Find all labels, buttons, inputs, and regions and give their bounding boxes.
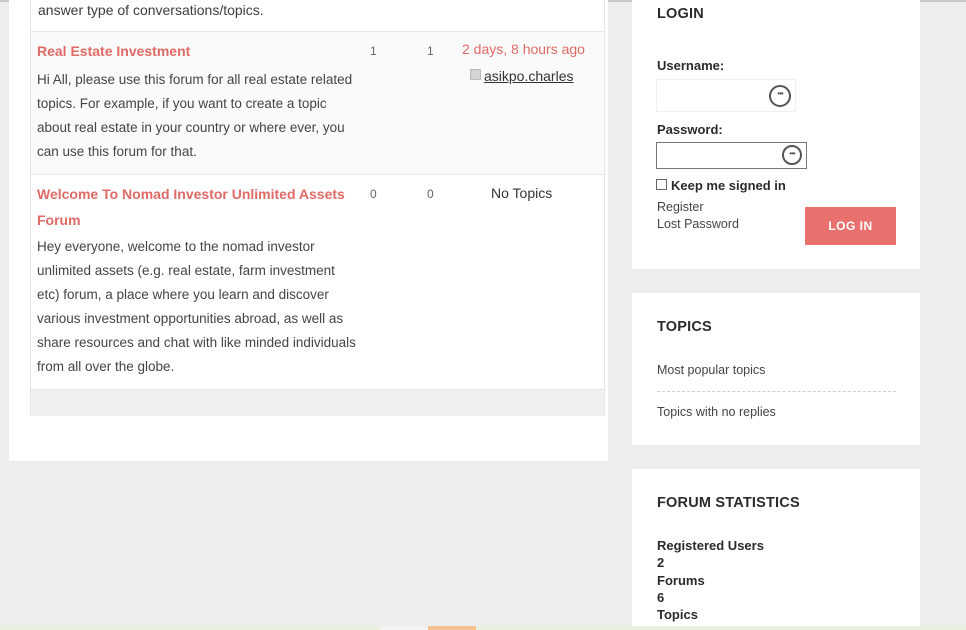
last-poster: asikpo.charles bbox=[470, 68, 574, 84]
register-link[interactable]: Register bbox=[657, 200, 704, 214]
forum-row: Real Estate Investment Hi All, please us… bbox=[31, 31, 604, 175]
divider bbox=[657, 391, 896, 392]
login-widget: LOGIN Username: Password: Keep me signed… bbox=[632, 0, 920, 269]
stat-label: Registered Users bbox=[657, 538, 764, 553]
username-label: Username: bbox=[657, 58, 725, 73]
avatar-placeholder-icon bbox=[470, 69, 481, 80]
remember-me[interactable]: Keep me signed in bbox=[656, 178, 786, 193]
forum-description: Hi All, please use this forum for all re… bbox=[37, 72, 353, 159]
freshness-link[interactable]: 2 days, 8 hours ago bbox=[462, 41, 585, 57]
topic-count: 1 bbox=[370, 44, 377, 58]
password-manager-icon[interactable] bbox=[782, 145, 802, 165]
forum-row: Welcome To Nomad Investor Unlimited Asse… bbox=[31, 174, 604, 390]
forum-intro-text: answer type of conversations/topics. bbox=[38, 2, 264, 18]
password-label: Password: bbox=[657, 122, 723, 137]
topics-title: TOPICS bbox=[657, 319, 712, 335]
topics-widget: TOPICS Most popular topics Topics with n… bbox=[632, 293, 920, 445]
lost-password-link[interactable]: Lost Password bbox=[657, 217, 739, 231]
forum-title-link[interactable]: Welcome To Nomad Investor Unlimited Asse… bbox=[37, 181, 357, 233]
stat-value: 6 bbox=[657, 590, 665, 605]
checkbox-icon[interactable] bbox=[656, 179, 667, 190]
forum-title-link[interactable]: Real Estate Investment bbox=[37, 38, 190, 64]
stat-label: Forums bbox=[657, 573, 705, 588]
remember-me-label: Keep me signed in bbox=[671, 178, 786, 193]
bottom-strip-segment bbox=[380, 626, 428, 630]
login-title: LOGIN bbox=[657, 6, 704, 22]
freshness-text: No Topics bbox=[491, 185, 553, 201]
stat-value: 2 bbox=[657, 555, 665, 570]
username-input[interactable] bbox=[656, 79, 796, 112]
most-popular-topics-link[interactable]: Most popular topics bbox=[657, 363, 765, 377]
no-replies-topics-link[interactable]: Topics with no replies bbox=[657, 405, 776, 419]
login-button[interactable]: LOG IN bbox=[805, 207, 896, 245]
forum-description: Hey everyone, welcome to the nomad inves… bbox=[37, 239, 356, 374]
bottom-strip bbox=[0, 626, 966, 630]
post-count: 1 bbox=[427, 44, 434, 58]
password-manager-icon[interactable] bbox=[769, 85, 791, 107]
forum-main-panel: answer type of conversations/topics. Rea… bbox=[9, 0, 608, 461]
forum-statistics-title: FORUM STATISTICS bbox=[657, 495, 800, 511]
post-count: 0 bbox=[427, 187, 434, 201]
topic-count: 0 bbox=[370, 187, 377, 201]
forum-list-footer bbox=[31, 389, 604, 416]
forum-list: answer type of conversations/topics. Rea… bbox=[30, 0, 605, 416]
password-input[interactable] bbox=[656, 142, 807, 169]
stat-label: Topics bbox=[657, 607, 698, 622]
last-poster-link[interactable]: asikpo.charles bbox=[484, 68, 574, 84]
forum-statistics-widget: FORUM STATISTICS Registered Users 2 Foru… bbox=[632, 469, 920, 630]
bottom-strip-segment bbox=[428, 626, 476, 630]
